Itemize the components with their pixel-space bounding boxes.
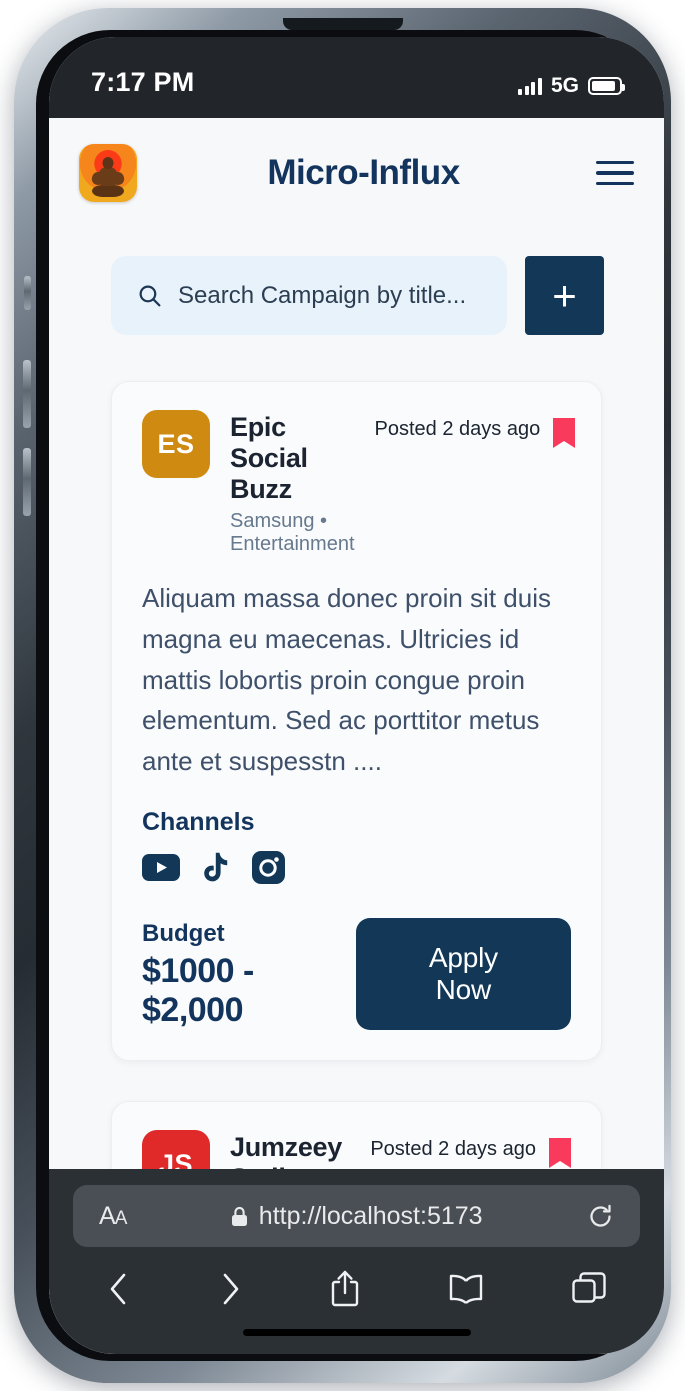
posted-timestamp: Posted 2 days ago	[370, 1138, 536, 1161]
home-indicator	[242, 1329, 471, 1336]
channels-label: Channels	[142, 808, 255, 837]
plus-icon: +	[552, 271, 577, 319]
campaign-meta: Posted 2 days ago	[375, 410, 576, 448]
channel-icon-list	[142, 851, 571, 885]
campaign-title: Epic Social Buzz	[230, 412, 308, 504]
campaign-meta: Posted 2 days ago	[370, 1130, 571, 1169]
phone-frame: 7:17 PM 5G Micro-Influx Search Campaign …	[14, 8, 671, 1383]
ios-status-bar: 7:17 PM 5G	[49, 37, 664, 118]
battery-icon	[588, 77, 625, 95]
app-logo-meditating-figure[interactable]	[79, 144, 137, 202]
share-icon[interactable]	[329, 1269, 361, 1309]
campaign-subtitle: Samsung • Entertainment	[230, 510, 355, 555]
app-header: Micro-Influx	[49, 118, 664, 212]
search-icon	[139, 285, 161, 307]
app-content: Micro-Influx +	[49, 118, 664, 1354]
status-indicators: 5G	[518, 74, 625, 98]
volume-down-button[interactable]	[23, 448, 31, 516]
tabs-icon[interactable]	[572, 1272, 606, 1306]
campaign-card[interactable]: ES Epic Social Buzz Samsung • Entertainm…	[111, 381, 602, 1062]
bookmark-icon[interactable]	[549, 1138, 571, 1169]
phone-notch	[282, 18, 403, 30]
back-chevron-icon[interactable]	[107, 1271, 131, 1307]
campaign-card-header: ES Epic Social Buzz Samsung • Entertainm…	[142, 410, 576, 556]
campaign-identity: Epic Social Buzz Samsung • Entertainment	[230, 410, 355, 556]
search-input[interactable]	[178, 281, 481, 310]
safari-browser-chrome: AA http://localhost:5173	[49, 1169, 664, 1354]
avatar: ES	[142, 410, 210, 478]
add-campaign-button[interactable]: +	[525, 256, 604, 335]
campaign-card-footer: Budget $1000 - $2,000 Apply Now	[142, 918, 571, 1031]
cellular-bars-icon	[518, 77, 542, 95]
status-clock: 7:17 PM	[91, 67, 195, 97]
network-type-label: 5G	[550, 74, 579, 97]
hamburger-menu-icon[interactable]	[596, 160, 634, 186]
safari-toolbar	[73, 1247, 640, 1309]
posted-timestamp: Posted 2 days ago	[374, 418, 541, 440]
bookmark-icon[interactable]	[553, 418, 576, 448]
phone-screen: 7:17 PM 5G Micro-Influx Search Campaign …	[49, 37, 664, 1354]
youtube-icon[interactable]	[142, 854, 180, 882]
screenshot-stage: 7:17 PM 5G Micro-Influx Search Campaign …	[0, 0, 685, 1391]
budget-value: $1000 - $2,000	[142, 952, 254, 1030]
volume-up-button[interactable]	[23, 360, 31, 428]
budget-label: Budget	[142, 920, 225, 948]
search-row: +	[49, 212, 664, 335]
url-text: http://localhost:5173	[258, 1201, 483, 1230]
address-bar[interactable]: AA http://localhost:5173	[73, 1185, 640, 1247]
forward-chevron-icon[interactable]	[218, 1271, 242, 1307]
book-icon[interactable]	[447, 1273, 485, 1305]
campaign-description: Aliquam massa donec proin sit duis magna…	[142, 583, 551, 777]
reload-icon[interactable]	[587, 1203, 614, 1230]
instagram-icon[interactable]	[252, 851, 285, 885]
budget-block: Budget $1000 - $2,000	[142, 920, 356, 1030]
silent-switch[interactable]	[24, 276, 31, 310]
tiktok-icon[interactable]	[202, 852, 230, 884]
apply-now-button[interactable]: Apply Now	[355, 918, 571, 1031]
page-title: Micro-Influx	[267, 153, 460, 192]
url-display[interactable]: http://localhost:5173	[136, 1202, 577, 1231]
text-size-button[interactable]: AA	[99, 1202, 127, 1231]
lock-icon	[231, 1206, 247, 1226]
search-field-wrapper[interactable]	[111, 256, 507, 335]
